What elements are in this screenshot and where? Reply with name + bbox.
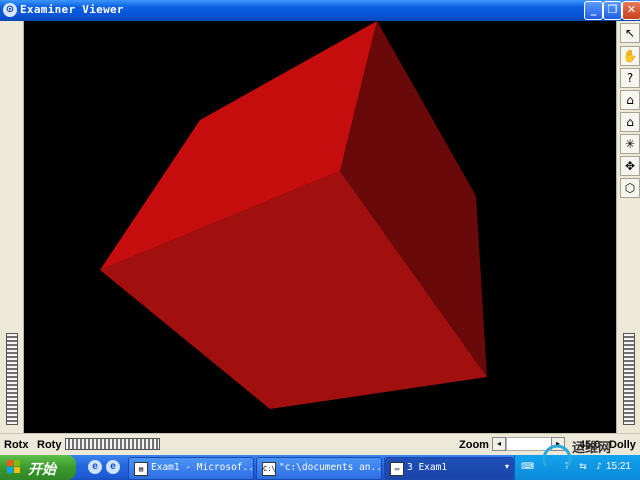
help-icon[interactable]: ? xyxy=(620,68,640,88)
task-label: Exam1 - Microsof... xyxy=(151,462,254,473)
taskbar-item-console[interactable]: C:\ "c:\documents an... xyxy=(256,457,382,480)
watermark-logo-icon xyxy=(542,444,572,467)
minimize-button[interactable]: _ xyxy=(584,1,603,20)
dolly-thumbwheel[interactable] xyxy=(623,333,635,425)
left-decoration-panel xyxy=(0,21,24,433)
zoom-label: Zoom xyxy=(459,439,489,451)
windows-logo-icon xyxy=(7,460,21,474)
maximize-button[interactable]: ❐ xyxy=(603,1,622,20)
title-bar[interactable]: ⊙ Examiner Viewer _ ❐ ✕ xyxy=(0,0,640,21)
keyboard-icon[interactable]: ⌨ xyxy=(521,461,534,473)
coin-icon[interactable]: ⊙ xyxy=(3,3,17,17)
ie-icon[interactable]: e xyxy=(106,460,120,474)
perspective-icon[interactable]: ⬡ xyxy=(620,178,640,198)
zoom-decrease-button[interactable]: ◂ xyxy=(492,437,506,451)
taskbar-item-exam1-vs[interactable]: ▤ Exam1 - Microsof... xyxy=(128,457,254,480)
set-home-icon[interactable]: ⌂ xyxy=(620,112,640,132)
roty-label: Roty xyxy=(37,439,62,451)
close-button[interactable]: ✕ xyxy=(622,1,640,20)
select-icon[interactable]: ↖ xyxy=(620,23,640,43)
console-icon: C:\ xyxy=(262,462,276,476)
task-label: 3 Exam1 xyxy=(407,462,448,473)
start-button[interactable]: 开始 xyxy=(0,455,76,480)
home-icon[interactable]: ⌂ xyxy=(620,90,640,110)
roty-thumbwheel[interactable] xyxy=(65,438,160,450)
watermark-text: 运维网 xyxy=(572,441,612,456)
view-all-icon[interactable]: ✳ xyxy=(620,134,640,154)
start-label: 开始 xyxy=(28,462,56,478)
viewer-toolbar: ↖ ✋ ? ⌂ ⌂ ✳ ✥ ⬡ xyxy=(616,21,640,433)
render-viewport[interactable] xyxy=(24,21,616,433)
watermark: 运维网 xyxy=(540,434,640,478)
ie-icon[interactable]: e xyxy=(88,460,102,474)
window-group-icon: ▭ xyxy=(390,462,404,476)
rotx-thumbwheel[interactable] xyxy=(6,333,18,425)
taskbar-item-exam1-group[interactable]: ▭ 3 Exam1 ▾ xyxy=(384,457,514,480)
visual-studio-icon: ▤ xyxy=(134,462,148,476)
window-title: Examiner Viewer xyxy=(20,3,124,16)
rotx-label: Rotx xyxy=(4,439,29,451)
task-label: "c:\documents an... xyxy=(279,462,382,473)
cube-scene xyxy=(24,21,616,433)
seek-icon[interactable]: ✥ xyxy=(620,156,640,176)
hand-icon[interactable]: ✋ xyxy=(620,46,640,66)
chevron-down-icon: ▾ xyxy=(504,462,509,471)
